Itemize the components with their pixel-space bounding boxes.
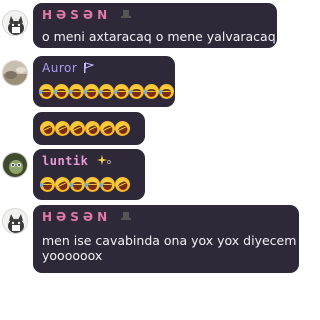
avatar[interactable] [2,60,28,86]
hat-icon [120,8,132,23]
face-with-tears-of-joy-icon [114,84,129,99]
avatar[interactable] [2,10,28,36]
emoji-row [40,174,133,195]
author-name[interactable]: luntik [42,154,111,169]
message-bubble[interactable]: Auror [33,56,175,107]
avatar[interactable] [2,208,28,234]
emoji-row [39,84,174,99]
laughing-icon [40,177,55,192]
author-name-text: Auror [42,61,78,75]
face-with-tears-of-joy-icon [54,84,69,99]
face-with-tears-of-joy-icon [144,84,159,99]
sparkles-icon [97,154,111,169]
author-name[interactable]: Auror [42,61,95,76]
flag-icon [83,61,95,76]
face-with-tears-of-joy-icon [84,84,99,99]
message-bubble[interactable]: luntik [33,149,145,200]
rolling-on-the-floor-laughing-icon [112,118,133,139]
hat-icon [120,210,132,225]
message-text: men ise cavabinda ona yox yox diyecem [42,233,297,248]
face-with-tears-of-joy-icon [69,84,84,99]
laughing-icon [85,177,100,192]
message-bubble[interactable] [33,112,145,145]
landscape-avatar-icon [3,61,27,85]
author-name-text: HƏSƏN [42,8,112,22]
message-bubble[interactable]: HƏSƏN men ise cavabinda ona yox yox diye… [33,205,299,273]
laughing-icon [70,177,85,192]
laughing-icon [112,174,133,195]
laughing-icon [100,177,115,192]
face-with-tears-of-joy-icon [99,84,114,99]
message-text: yoooooox [42,248,103,263]
author-name[interactable]: HƏSƏN [42,8,132,23]
avatar[interactable] [2,152,28,178]
cat-avatar-icon [3,209,27,233]
character-avatar-icon [3,153,27,177]
face-with-tears-of-joy-icon [129,84,144,99]
author-name-text: HƏSƏN [42,210,112,224]
message-text: o meni axtaracaq o mene yalvaracaq [42,29,276,44]
author-name-text: luntik [42,154,89,168]
face-with-tears-of-joy-icon [159,84,174,99]
cat-avatar-icon [3,11,27,35]
author-name[interactable]: HƏSƏN [42,210,132,225]
face-with-tears-of-joy-icon [39,84,54,99]
emoji-row [37,118,133,139]
message-bubble[interactable]: HƏSƏN o meni axtaracaq o mene yalvaracaq [33,3,277,48]
